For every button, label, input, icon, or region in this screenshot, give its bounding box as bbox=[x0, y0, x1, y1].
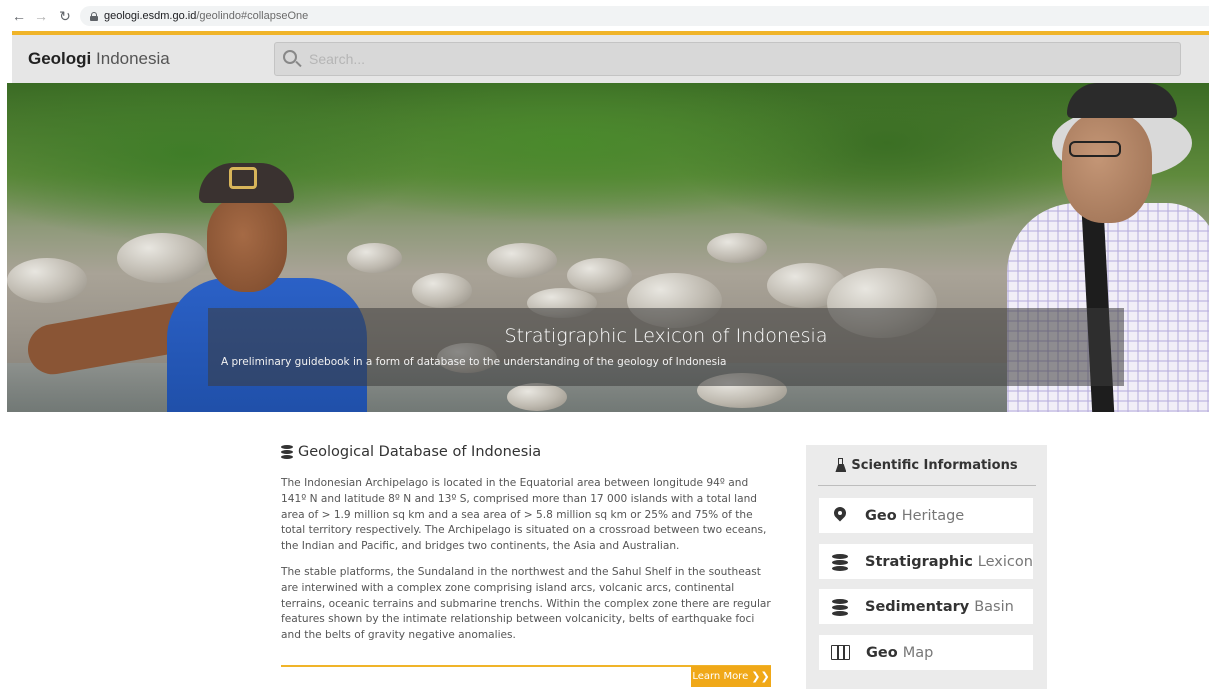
flask-icon bbox=[835, 458, 847, 472]
link-strong-text: Stratigraphic bbox=[865, 553, 973, 570]
panel-title-text: Scientific Informations bbox=[851, 457, 1018, 473]
link-strong-text: Geo bbox=[865, 507, 897, 524]
hero-caption: Stratigraphic Lexicon of Indonesia A pre… bbox=[208, 308, 1124, 386]
link-strong-text: Sedimentary bbox=[865, 598, 970, 615]
search-icon bbox=[283, 50, 302, 68]
logo-light-text: Indonesia bbox=[96, 49, 170, 68]
section-heading-text: Geological Database of Indonesia bbox=[298, 444, 542, 460]
scientific-info-panel: Scientific Informations Geo Heritage Str… bbox=[806, 445, 1047, 689]
map-icon bbox=[831, 645, 850, 660]
link-strong-text: Geo bbox=[866, 644, 898, 661]
hero-subtitle: A preliminary guidebook in a form of dat… bbox=[221, 356, 727, 368]
url-domain: geologi.esdm.go.id bbox=[104, 10, 197, 22]
logo-bold-text: Geologi bbox=[28, 49, 92, 68]
url-path: /geolindo#collapseOne bbox=[196, 10, 309, 22]
link-stratigraphic-lexicon[interactable]: Stratigraphic Lexicon bbox=[819, 544, 1033, 579]
learn-more-label: Learn More bbox=[692, 671, 749, 682]
search-box[interactable] bbox=[274, 42, 1181, 76]
forward-arrow-icon[interactable]: → bbox=[32, 7, 50, 25]
back-arrow-icon[interactable]: ← bbox=[10, 7, 28, 25]
browser-toolbar: ← → ↻ geologi.esdm.go.id/geolindo#collap… bbox=[0, 0, 1209, 32]
link-sedimentary-basin[interactable]: Sedimentary Basin bbox=[819, 589, 1033, 624]
intro-paragraph: The stable platforms, the Sundaland in t… bbox=[281, 565, 771, 642]
panel-title: Scientific Informations bbox=[806, 445, 1047, 485]
map-marker-icon bbox=[831, 507, 849, 525]
address-bar[interactable]: geologi.esdm.go.id/geolindo#collapseOne bbox=[80, 6, 1209, 26]
section-heading: Geological Database of Indonesia bbox=[281, 440, 771, 464]
reload-icon[interactable]: ↻ bbox=[56, 7, 74, 25]
intro-paragraph: The Indonesian Archipelago is located in… bbox=[281, 477, 767, 553]
link-light-text: Heritage bbox=[901, 507, 965, 524]
lock-icon bbox=[90, 11, 98, 21]
hero-title: Stratigraphic Lexicon of Indonesia bbox=[504, 325, 828, 347]
link-geo-heritage[interactable]: Geo Heritage bbox=[819, 498, 1033, 533]
link-geo-map[interactable]: Geo Map bbox=[819, 635, 1033, 670]
link-light-text: Map bbox=[902, 644, 934, 661]
learn-more-button[interactable]: Learn More ❯❯ bbox=[691, 666, 771, 687]
double-chevron-right-icon: ❯❯ bbox=[751, 670, 770, 683]
database-icon bbox=[281, 445, 293, 459]
database-icon bbox=[831, 553, 849, 571]
hero-banner: Stratigraphic Lexicon of Indonesia A pre… bbox=[7, 83, 1209, 412]
database-icon bbox=[831, 598, 849, 616]
panel-divider bbox=[818, 485, 1036, 486]
link-light-text: Basin bbox=[974, 598, 1014, 615]
link-light-text: Lexicon bbox=[977, 553, 1033, 570]
site-logo[interactable]: Geologi Indonesia bbox=[28, 49, 170, 69]
site-header: Geologi Indonesia bbox=[12, 35, 1209, 83]
main-content: Geological Database of Indonesia The Ind… bbox=[281, 440, 771, 644]
search-input[interactable] bbox=[309, 51, 1159, 67]
